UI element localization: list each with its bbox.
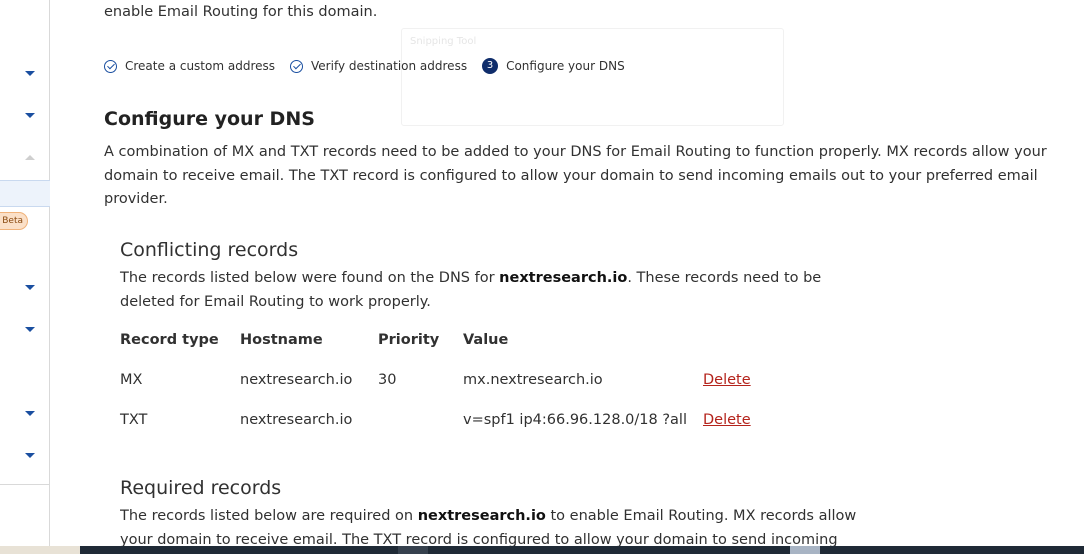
- chevron-up-icon[interactable]: [25, 155, 35, 160]
- hostname-cell: nextresearch.io: [240, 412, 353, 428]
- chevron-down-icon[interactable]: [25, 285, 35, 290]
- value-cell: mx.nextresearch.io: [463, 372, 603, 388]
- step-create-address: Create a custom address: [104, 59, 275, 73]
- step-label: Create a custom address: [125, 59, 276, 73]
- step-label: Verify destination address: [311, 59, 468, 73]
- priority-cell: 30: [378, 372, 397, 388]
- sidebar: Beta: [0, 0, 50, 546]
- taskbar: [0, 546, 1084, 554]
- delete-record-button[interactable]: Delete: [703, 412, 751, 428]
- chevron-down-icon[interactable]: [25, 71, 35, 76]
- step-verify-destination: Verify destination address: [290, 59, 467, 73]
- record-type-cell: TXT: [120, 412, 148, 428]
- page-title: Configure your DNS: [104, 108, 315, 130]
- snipping-tool-label: Snipping Tool: [410, 36, 477, 47]
- chevron-down-icon[interactable]: [25, 411, 35, 416]
- record-type-cell: MX: [120, 372, 143, 388]
- step-number-badge: 3: [482, 58, 499, 74]
- stepper: Create a custom address Verify destinati…: [104, 58, 640, 74]
- conflicting-records-title: Conflicting records: [120, 239, 299, 261]
- configure-description: A combination of MX and TXT records need…: [104, 144, 1047, 207]
- delete-record-button[interactable]: Delete: [703, 372, 751, 388]
- intro-text: enable Email Routing for this domain.: [104, 4, 378, 20]
- domain-name: nextresearch.io: [499, 270, 628, 286]
- hostname-cell: nextresearch.io: [240, 372, 353, 388]
- column-header-hostname: Hostname: [240, 332, 323, 348]
- taskbar-app[interactable]: [790, 546, 820, 554]
- column-header-record-type: Record type: [120, 332, 219, 348]
- chevron-down-icon[interactable]: [25, 453, 35, 458]
- taskbar-icons[interactable]: [0, 546, 80, 554]
- required-records-title: Required records: [120, 477, 282, 499]
- chevron-down-icon[interactable]: [25, 113, 35, 118]
- column-header-priority: Priority: [378, 332, 440, 348]
- beta-badge: Beta: [0, 212, 28, 230]
- step-configure-dns: 3 Configure your DNS: [482, 58, 625, 74]
- chevron-down-icon[interactable]: [25, 327, 35, 332]
- conflicting-records-description: The records listed below were found on t…: [120, 270, 822, 310]
- required-records-description: The records listed below are required on…: [120, 508, 857, 546]
- sidebar-item-selected[interactable]: [0, 180, 50, 207]
- value-cell: v=spf1 ip4:66.96.128.0/18 ?all: [463, 412, 687, 428]
- domain-name: nextresearch.io: [417, 508, 546, 524]
- step-label: Configure your DNS: [506, 59, 625, 73]
- column-header-value: Value: [463, 332, 509, 348]
- check-circle-icon: [104, 59, 117, 73]
- sidebar-divider: [0, 484, 50, 485]
- check-circle-icon: [290, 59, 304, 73]
- taskbar-app[interactable]: [398, 546, 428, 554]
